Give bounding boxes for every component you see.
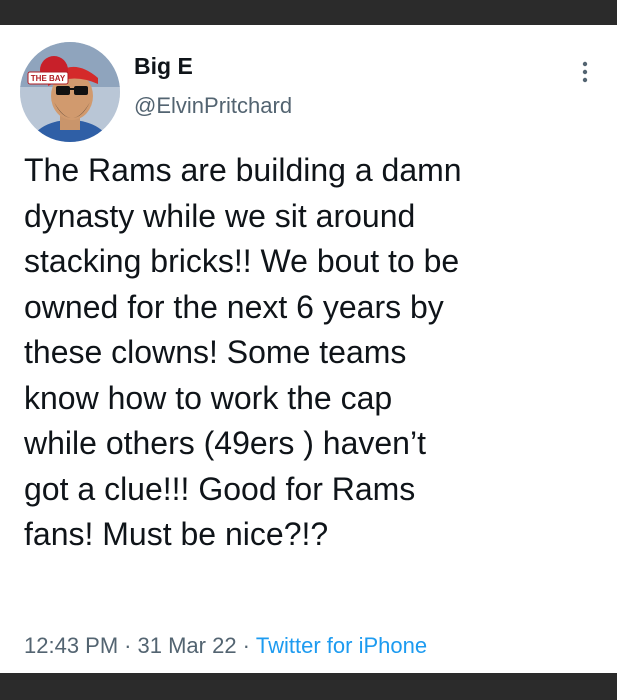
tweet-text: The Rams are building a damn dynasty whi… (24, 152, 462, 552)
avatar[interactable]: THE BAY (20, 42, 120, 142)
meta-separator: · (124, 633, 132, 658)
tweet-time[interactable]: 12:43 PM (24, 633, 118, 658)
avatar-badge: THE BAY (31, 74, 66, 83)
meta-separator: · (242, 633, 250, 658)
author-display-name[interactable]: Big E (134, 52, 193, 80)
tweet-date[interactable]: 31 Mar 22 (138, 633, 237, 658)
author-handle[interactable]: @ElvinPritchard (134, 92, 292, 120)
tweet-source[interactable]: Twitter for iPhone (256, 633, 427, 658)
tweet-meta: 12:43 PM · 31 Mar 22 · Twitter for iPhone (24, 632, 427, 660)
screenshot-frame: THE BAY Big E @ElvinPritchard The Rams a… (0, 0, 617, 700)
avatar-image: THE BAY (20, 42, 120, 142)
more-vertical-icon[interactable] (575, 58, 595, 88)
